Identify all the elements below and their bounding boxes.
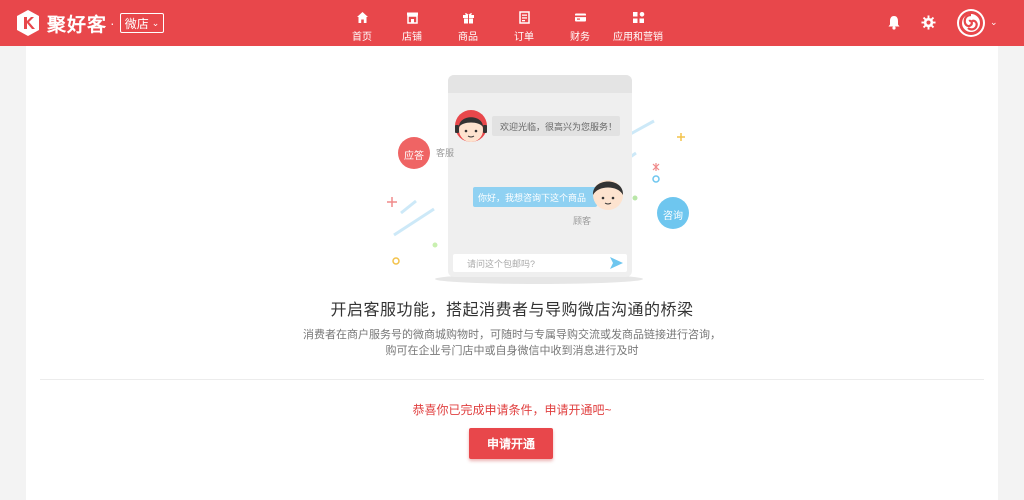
nav-label: 商品: [458, 32, 478, 43]
top-bar: 聚好客 · 微店 ⌄ 首页 店铺 商品 订单 财务 应用和营销 ⌄: [0, 0, 1024, 46]
reply-badge: 应答: [404, 151, 424, 162]
message-input-placeholder: 请问这个包邮吗?: [467, 259, 536, 269]
page-headline: 开启客服功能，搭起消费者与导购微店沟通的桥梁: [330, 302, 694, 319]
logo-icon: [17, 10, 39, 36]
brand-dot: ·: [110, 15, 115, 31]
logo[interactable]: 聚好客 · 微店 ⌄: [15, 9, 165, 37]
shop-icon: [406, 10, 419, 24]
apply-button[interactable]: 申请开通: [469, 428, 553, 459]
nav-label: 订单: [514, 32, 534, 43]
nav-item-apps[interactable]: 应用和营销: [608, 0, 668, 46]
gift-icon: [462, 10, 475, 24]
congrats-message: 恭喜你已完成申请条件，申请开通吧~: [412, 403, 612, 417]
store-switch-label: 微店: [124, 16, 149, 31]
consult-badge: 咨询: [663, 211, 683, 222]
gear-icon[interactable]: [921, 15, 936, 35]
home-icon: [356, 10, 369, 24]
chevron-down-icon[interactable]: ⌄: [990, 17, 998, 28]
description-line: 购可在企业号门店中或自身微信中收到消息进行及时: [385, 345, 639, 357]
main-card: 欢迎光临，很高兴为您服务！ 客服 你好，我想咨询下这个商品 顾客 请问这个包邮吗…: [26, 46, 998, 500]
order-icon: [518, 10, 531, 24]
nav-item-finance[interactable]: 财务: [552, 0, 608, 46]
main-nav: 首页 店铺 商品 订单 财务 应用和营销: [340, 0, 668, 46]
nav-label: 应用和营销: [613, 32, 663, 43]
avatar[interactable]: [957, 9, 985, 37]
divider: [40, 379, 984, 380]
nav-item-orders[interactable]: 订单: [496, 0, 552, 46]
welcome-message: 欢迎光临，很高兴为您服务！: [500, 122, 618, 132]
brand-name: 聚好客: [47, 14, 108, 36]
apps-icon: [632, 10, 645, 24]
question-message: 你好，我想咨询下这个商品: [478, 193, 587, 203]
chevron-down-icon: ⌄: [151, 17, 160, 28]
nav-label: 财务: [570, 32, 590, 43]
card-icon: [574, 10, 587, 24]
nav-item-goods[interactable]: 商品: [440, 0, 496, 46]
nav-label: 店铺: [402, 32, 422, 43]
feature-description: 消费者在商户服务号的微商城购物时，可随时与专属导购交流或发商品链接进行咨询， 购…: [26, 327, 998, 359]
bell-icon[interactable]: [887, 15, 901, 35]
service-label: 客服: [436, 148, 455, 158]
nav-item-shop[interactable]: 店铺: [384, 0, 440, 46]
store-switch-dropdown[interactable]: 微店 ⌄: [119, 13, 165, 33]
nav-label: 首页: [352, 32, 372, 43]
customer-label: 顾客: [573, 216, 592, 226]
description-line: 消费者在商户服务号的微商城购物时，可随时与专属导购交流或发商品链接进行咨询，: [303, 329, 721, 341]
nav-item-home[interactable]: 首页: [340, 0, 384, 46]
